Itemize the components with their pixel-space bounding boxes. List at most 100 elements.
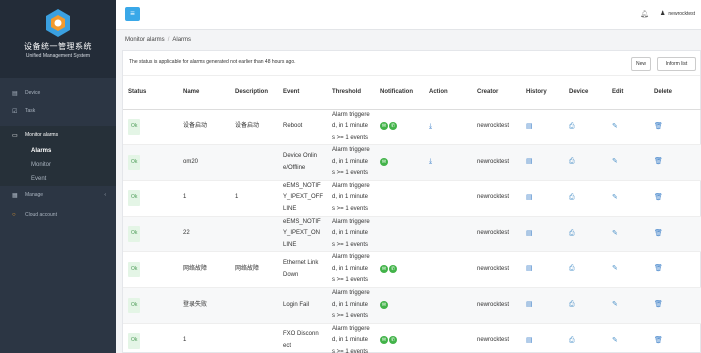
trash-icon[interactable]: 🗑︎ (654, 123, 663, 130)
name-cell: 1 (178, 180, 230, 217)
alarms-panel: The status is applicable for alarms gene… (122, 50, 701, 353)
device-cell: ⎙ (564, 144, 607, 181)
threshold-line: d, in 1 minute (332, 337, 369, 344)
status-badge: Ok (128, 261, 141, 278)
sidebar-item-label: Device (25, 90, 41, 96)
edit-cell: ✎ (607, 109, 649, 146)
history-icon[interactable]: ▤ (526, 158, 533, 165)
delete-cell: 🗑︎ (649, 144, 701, 181)
trash-icon[interactable]: 🗑︎ (654, 301, 663, 308)
device-icon[interactable]: ⎙ (569, 158, 575, 165)
task-icon: ☑ (12, 108, 18, 115)
edit-icon[interactable]: ✎ (612, 158, 618, 165)
device-icon[interactable]: ⎙ (569, 123, 575, 130)
delete-cell: 🗑︎ (649, 323, 701, 353)
trash-icon[interactable]: 🗑︎ (654, 337, 663, 344)
table-row: Ok 设备启动 设备启动 Reboot Alarm triggere d, in 1 mi… (123, 109, 701, 146)
event-cell: FXO Disconn ect (278, 323, 327, 353)
edit-icon[interactable]: ✎ (612, 123, 618, 130)
history-cell: ▤ (521, 216, 564, 253)
column-header: Threshold (327, 76, 375, 110)
inform-list-button[interactable]: Inform list (657, 57, 696, 71)
history-cell: ▤ (521, 180, 564, 217)
status-badge: Ok (128, 297, 141, 314)
sidebar-item-task[interactable]: ☑ Task (0, 102, 116, 120)
device-icon[interactable]: ⎙ (569, 337, 575, 344)
download-icon[interactable]: ⤓ (429, 123, 432, 130)
name-cell: 网络故障 (178, 251, 230, 288)
sidebar-subitem-event[interactable]: Event (0, 172, 116, 186)
breadcrumb-parent[interactable]: Monitor alarms (125, 37, 165, 43)
threshold-cell: Alarm triggere d, in 1 minute s >= 1 event… (327, 251, 375, 288)
edit-cell: ✎ (607, 180, 649, 217)
creator-cell: newrocktest (472, 323, 521, 353)
edit-icon[interactable]: ✎ (612, 230, 618, 237)
download-icon[interactable]: ⤓ (429, 158, 432, 165)
email-notification-icon: ✉ (380, 122, 388, 131)
device-icon[interactable]: ⎙ (569, 301, 575, 308)
trash-icon[interactable]: 🗑︎ (654, 194, 663, 201)
edit-icon[interactable]: ✎ (612, 301, 618, 308)
history-icon[interactable]: ▤ (526, 194, 533, 201)
threshold-line: d, in 1 minute (332, 123, 369, 130)
delete-cell: 🗑︎ (649, 216, 701, 253)
event-cell: eEMS_NOTIF Y_IPEXT_OFF LINE (278, 180, 327, 217)
table-row: Ok 1 FXO Disconn ect Alarm triggere d, in 1 … (123, 323, 701, 353)
table-row: Ok 登录失败 Login Fail Alarm triggere d, in 1 mi… (123, 287, 701, 324)
event-cell: eEMS_NOTIF Y_IPEXT_ON LINE (278, 216, 327, 253)
action-cell (424, 323, 472, 353)
name-cell: om20 (178, 144, 230, 181)
status-badge: Ok (128, 226, 141, 242)
threshold-line: d, in 1 minute (332, 301, 369, 308)
delete-cell: 🗑︎ (649, 251, 701, 288)
sidebar-item-manage[interactable]: ▦ Manage ‹ (0, 186, 116, 204)
table-body: Ok 设备启动 设备启动 Reboot Alarm triggere d, in 1 mi… (123, 109, 701, 353)
device-icon[interactable]: ⎙ (569, 265, 575, 272)
threshold-line: s >= 1 events (332, 170, 369, 177)
action-cell (424, 180, 472, 217)
edit-icon[interactable]: ✎ (612, 337, 618, 344)
status-cell: Ok (123, 323, 178, 353)
device-cell: ⎙ (564, 323, 607, 353)
sidebar-subitem-alarms[interactable]: Alarms (0, 144, 116, 158)
threshold-cell: Alarm triggere d, in 1 minute s >= 1 event… (327, 323, 375, 353)
user-menu[interactable]: ♟ newrocktest (660, 10, 695, 17)
breadcrumb: Monitor alarms / Alarms (116, 30, 701, 50)
trash-icon[interactable]: 🗑︎ (654, 230, 663, 237)
menu-toggle-button[interactable]: ≡ (125, 7, 140, 21)
sidebar-item-monitor-alarms[interactable]: ▭ Monitor alarms (0, 126, 116, 144)
bell-icon[interactable]: 🔔︎ (640, 10, 649, 18)
history-icon[interactable]: ▤ (526, 230, 533, 237)
description-cell (230, 144, 278, 181)
status-badge: Ok (128, 154, 141, 171)
edit-icon[interactable]: ✎ (612, 194, 618, 201)
device-icon[interactable]: ⎙ (569, 194, 575, 201)
delete-cell: 🗑︎ (649, 180, 701, 217)
device-icon[interactable]: ⎙ (569, 230, 575, 237)
creator-cell: newrocktest (472, 109, 521, 146)
sidebar-item-device[interactable]: ▤ Device (0, 84, 116, 102)
edit-icon[interactable]: ✎ (612, 265, 618, 272)
sidebar-subitem-monitor[interactable]: Monitor (0, 158, 116, 172)
threshold-line: s >= 1 events (332, 134, 369, 141)
device-cell: ⎙ (564, 109, 607, 146)
history-icon[interactable]: ▤ (526, 301, 533, 308)
history-icon[interactable]: ▤ (526, 337, 533, 344)
cloud-icon: ○ (12, 212, 16, 218)
trash-icon[interactable]: 🗑︎ (654, 158, 663, 165)
device-cell: ⎙ (564, 251, 607, 288)
name-cell: 22 (178, 216, 230, 253)
new-button[interactable]: New (631, 57, 651, 71)
creator-cell: newrocktest (472, 287, 521, 324)
history-icon[interactable]: ▤ (526, 265, 533, 272)
notification-cell: ✉ (375, 144, 424, 181)
user-icon: ♟ (660, 11, 666, 17)
history-cell: ▤ (521, 323, 564, 353)
sidebar-item-cloud-account[interactable]: ○ Cloud account (0, 206, 116, 224)
edit-cell: ✎ (607, 251, 649, 288)
creator-cell: newrocktest (472, 144, 521, 181)
history-icon[interactable]: ▤ (526, 123, 533, 130)
trash-icon[interactable]: 🗑︎ (654, 265, 663, 272)
delete-cell: 🗑︎ (649, 109, 701, 146)
name-cell: 1 (178, 323, 230, 353)
